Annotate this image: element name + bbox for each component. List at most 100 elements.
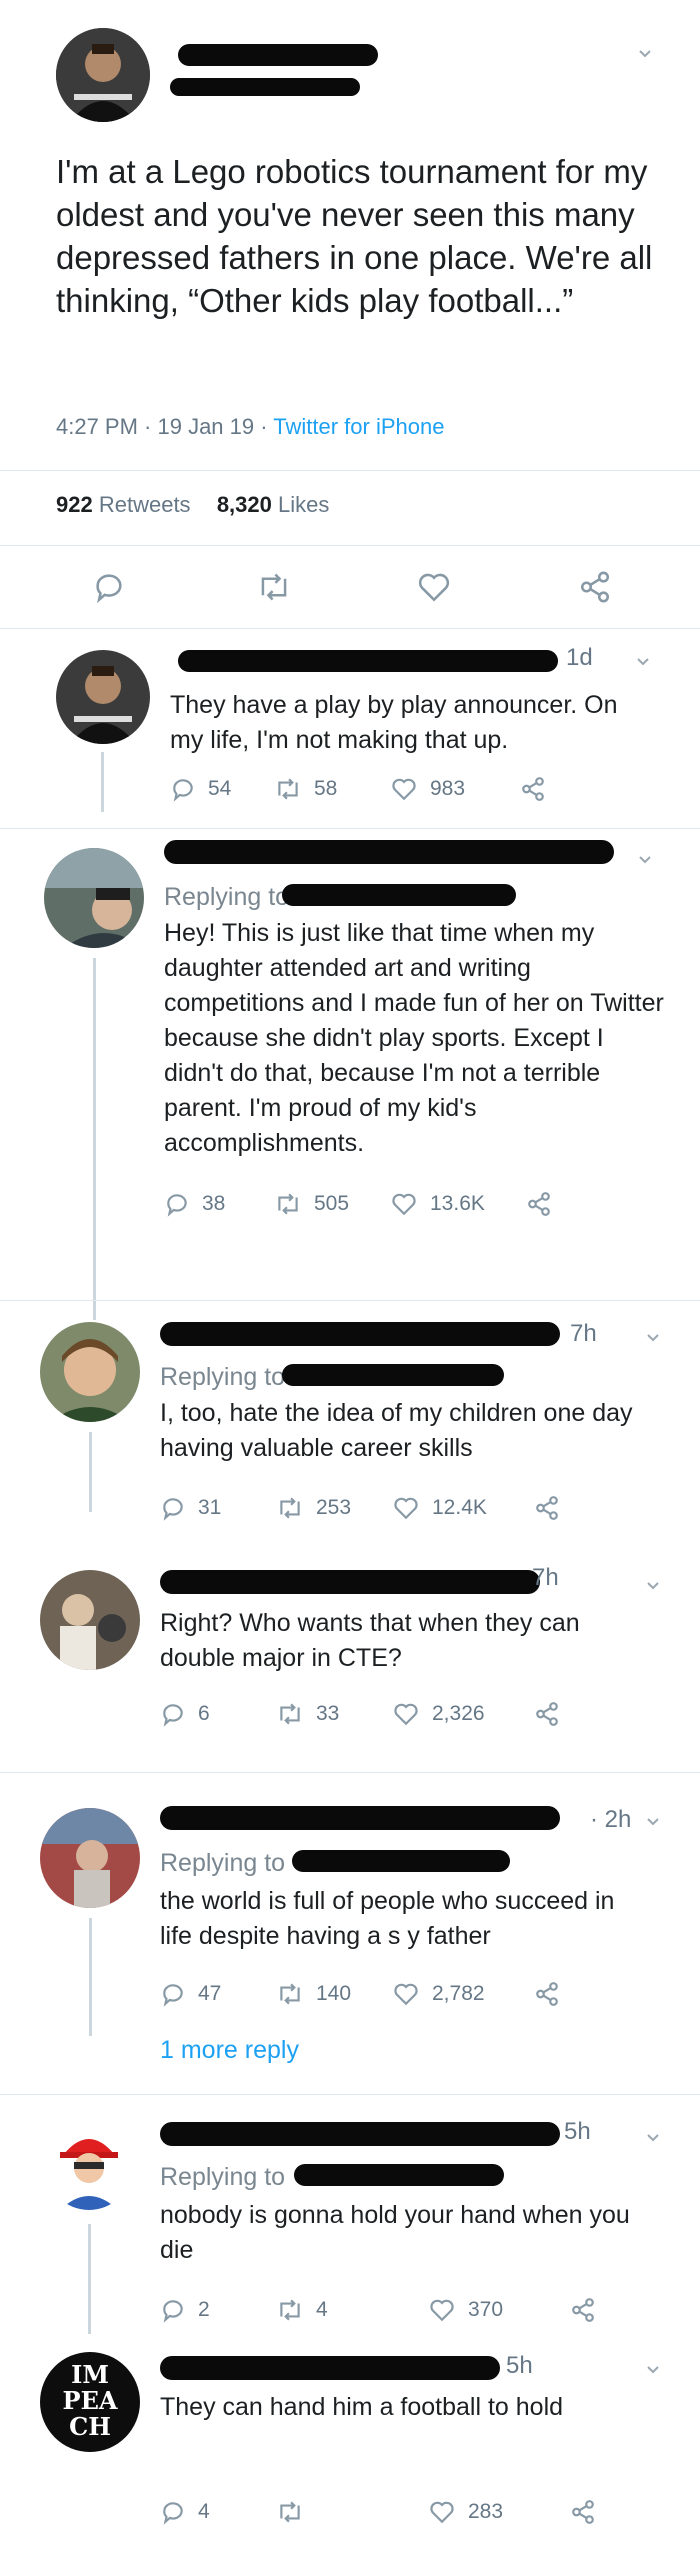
retweet-icon <box>280 1497 300 1519</box>
chevron-down-icon[interactable] <box>646 1578 660 1592</box>
chevron-down-icon[interactable] <box>636 654 650 668</box>
avatar[interactable] <box>56 28 150 122</box>
retweet-count: 4 <box>316 2298 328 2321</box>
like-button[interactable]: 2,782 <box>392 1981 534 2007</box>
share-button[interactable] <box>526 1191 564 1217</box>
retweet-icon[interactable] <box>256 570 292 604</box>
retweet-count: 253 <box>316 1496 352 1519</box>
redacted-mention[interactable] <box>294 2164 504 2186</box>
like-button[interactable]: 2,326 <box>392 1701 534 1727</box>
reply-button[interactable]: 38 <box>164 1191 274 1217</box>
reply-count: 38 <box>202 1192 226 1215</box>
share-icon <box>536 1496 558 1520</box>
retweet-button[interactable]: 505 <box>274 1191 390 1217</box>
divider <box>0 470 700 471</box>
reply-button[interactable]: 4 <box>160 2499 276 2525</box>
chevron-down-icon[interactable] <box>646 1330 660 1344</box>
avatar[interactable] <box>40 1808 140 1908</box>
retweet-button[interactable]: 58 <box>274 776 390 802</box>
tweet-source[interactable]: Twitter for iPhone <box>273 414 444 439</box>
retweet-button[interactable]: 4 <box>276 2297 428 2323</box>
redacted-mention[interactable] <box>282 1364 504 1386</box>
avatar[interactable] <box>40 1322 140 1422</box>
retweet-count: 140 <box>316 1982 352 2005</box>
divider <box>0 2094 700 2095</box>
redacted-mention[interactable] <box>282 884 516 906</box>
share-icon[interactable] <box>578 570 612 604</box>
retweets-label[interactable]: Retweets <box>99 492 191 517</box>
chevron-down-icon[interactable] <box>638 46 652 60</box>
likes-label[interactable]: Likes <box>278 492 329 517</box>
reply-button[interactable]: 6 <box>160 1701 276 1727</box>
redacted-username <box>160 2356 500 2380</box>
retweets-count[interactable]: 922 <box>56 492 93 517</box>
reply-actions: 38 505 13.6K <box>164 1186 624 1222</box>
thread-line <box>101 752 104 812</box>
reply-button[interactable]: 2 <box>160 2297 276 2323</box>
redacted-mention[interactable] <box>292 1850 510 1872</box>
like-button[interactable]: 12.4K <box>392 1495 534 1521</box>
avatar[interactable] <box>44 848 144 948</box>
reply-button[interactable]: 54 <box>170 776 274 802</box>
more-replies-link[interactable]: 1 more reply <box>160 2036 299 2065</box>
avatar[interactable] <box>40 1570 140 1670</box>
reply-count: 47 <box>198 1982 222 2005</box>
share-icon <box>536 1982 558 2006</box>
chevron-down-icon[interactable] <box>646 1814 660 1828</box>
divider <box>0 1772 700 1773</box>
avatar-text: IM PEA CH <box>62 2360 118 2441</box>
retweet-icon <box>278 1193 298 1215</box>
twitter-thread-screenshot: { "main_tweet": { "text": "I'm at a Lego… <box>0 0 700 2565</box>
replying-to-label: Replying to <box>160 1849 286 1877</box>
main-action-bar <box>0 562 700 612</box>
share-button[interactable] <box>570 2297 608 2323</box>
reply-text: Right? Who wants that when they can doub… <box>160 1609 580 1672</box>
avatar[interactable]: IM PEA CH <box>40 2352 140 2452</box>
reply-time: 7h <box>532 1564 559 1591</box>
reply-count: 6 <box>198 1702 210 1725</box>
retweet-button[interactable]: 253 <box>276 1495 392 1521</box>
reply-count: 31 <box>198 1496 222 1519</box>
like-count: 370 <box>468 2298 504 2321</box>
redacted-username <box>160 2122 560 2146</box>
share-button[interactable] <box>520 776 558 802</box>
like-icon[interactable] <box>416 570 452 604</box>
retweet-button[interactable] <box>276 2499 428 2525</box>
like-button[interactable]: 983 <box>390 776 520 802</box>
reply-icon <box>163 1704 183 1727</box>
chevron-down-icon[interactable] <box>646 2130 660 2144</box>
reply-icon[interactable] <box>92 570 126 604</box>
share-button[interactable] <box>570 2499 608 2525</box>
reply-icon <box>167 1194 187 1217</box>
retweet-icon <box>280 1983 300 2005</box>
avatar-image <box>40 1322 140 1422</box>
like-button[interactable]: 283 <box>428 2499 570 2525</box>
share-button[interactable] <box>534 1701 572 1727</box>
reply-actions: 4 283 <box>160 2494 620 2530</box>
share-button[interactable] <box>534 1495 572 1521</box>
thread-line <box>88 2224 91 2334</box>
reply-actions: 6 33 2,326 <box>160 1696 620 1732</box>
tweet-meta: 4:27 PM · 19 Jan 19 · Twitter for iPhone <box>56 414 444 440</box>
likes-count[interactable]: 8,320 <box>217 492 272 517</box>
like-button[interactable]: 370 <box>428 2297 570 2323</box>
like-button[interactable]: 13.6K <box>390 1191 526 1217</box>
replying-to-label: Replying to <box>160 2163 286 2191</box>
reply-button[interactable]: 31 <box>160 1495 276 1521</box>
divider <box>0 1300 700 1301</box>
share-button[interactable] <box>534 1981 572 2007</box>
chevron-down-icon[interactable] <box>646 2362 660 2376</box>
retweet-button[interactable]: 33 <box>276 1701 392 1727</box>
avatar[interactable] <box>46 2124 132 2210</box>
reply-text: Hey! This is just like that time when my… <box>164 919 664 1157</box>
redacted-username <box>164 840 614 864</box>
retweet-button[interactable]: 140 <box>276 1981 392 2007</box>
retweet-count: 33 <box>316 1702 340 1725</box>
reply-button[interactable]: 47 <box>160 1981 276 2007</box>
chevron-down-icon[interactable] <box>638 852 652 866</box>
reply-actions: 31 253 12.4K <box>160 1490 620 1526</box>
like-icon <box>394 1703 418 1726</box>
reply-text: nobody is gonna hold your hand when you … <box>160 2201 630 2264</box>
share-icon <box>536 1702 558 1726</box>
avatar[interactable] <box>56 650 150 744</box>
